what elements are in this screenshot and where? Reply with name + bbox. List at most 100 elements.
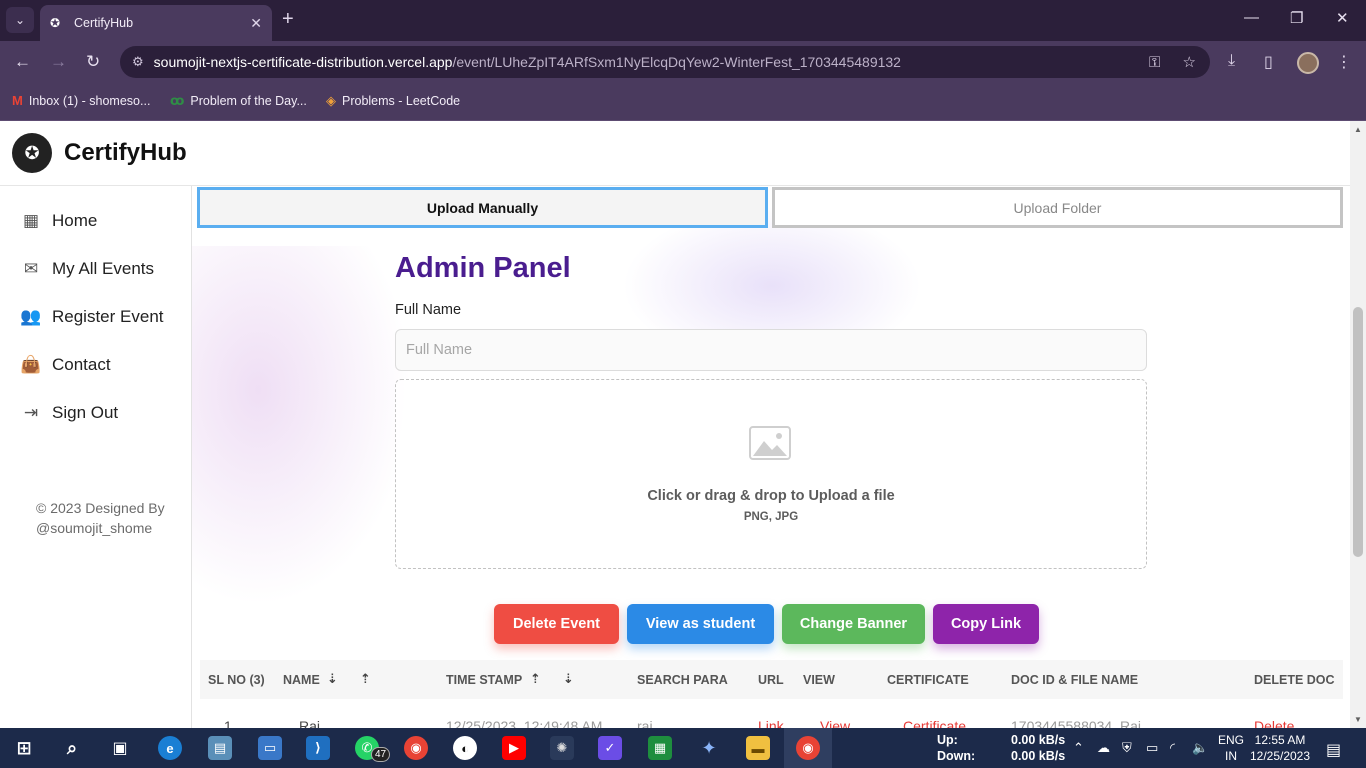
scroll-down-icon[interactable]: ▼ <box>1354 715 1362 724</box>
photos-icon[interactable]: ▤ <box>208 736 232 760</box>
system-clock[interactable]: 12:55 AM 12/25/2023 <box>1248 733 1312 763</box>
tasks-check-icon[interactable]: ✓ <box>598 736 622 760</box>
wifi-icon[interactable]: ◜ <box>1170 740 1175 756</box>
scroll-thumb[interactable] <box>1353 307 1363 557</box>
site-info-icon[interactable]: ⚙ <box>132 54 144 70</box>
chrome-profile-icon[interactable]: ◉ <box>796 736 820 760</box>
language-indicator[interactable]: ENG IN <box>1214 733 1248 763</box>
chatgpt-icon[interactable]: ✺ <box>550 736 574 760</box>
sidebar-item-my-events[interactable]: ✉ My All Events <box>20 259 154 279</box>
browser-tab-bar: ⌄ ✪ CertifyHub ✕ + — ❐ ✕ <box>0 0 1366 41</box>
copy-link-button[interactable]: Copy Link <box>933 604 1039 644</box>
classroom-icon[interactable]: ▦ <box>648 736 672 760</box>
users-icon: 👥 <box>20 307 42 326</box>
dropzone-formats: PNG, JPG <box>743 511 799 523</box>
restore-icon[interactable]: ❐ <box>1290 9 1303 27</box>
sort-desc-icon[interactable]: ⇣ <box>563 671 574 687</box>
background-glow <box>192 246 412 606</box>
sidebar: ▦ Home ✉ My All Events 👥 Register Event … <box>0 186 192 728</box>
search-icon[interactable]: ⌕ <box>60 736 84 760</box>
tab-search-chevron-icon[interactable]: ⌄ <box>6 7 34 33</box>
new-tab-button[interactable]: + <box>282 8 294 31</box>
sort-asc-icon[interactable]: ⇡ <box>530 671 541 687</box>
battery-icon[interactable]: ▭ <box>1146 740 1158 756</box>
sidebar-item-home[interactable]: ▦ Home <box>20 211 97 231</box>
full-name-input[interactable] <box>395 329 1147 371</box>
sidebar-item-sign-out[interactable]: ⇥ Sign Out <box>20 403 118 423</box>
whatsapp-badge: 47 <box>371 747 391 762</box>
page-scrollbar[interactable]: ▲ ▼ <box>1350 121 1366 728</box>
omnibox-actions: ⚿ ☆ <box>1149 53 1196 71</box>
download-icon[interactable]: ⤓ <box>1228 52 1235 70</box>
gemini-sparkle-icon[interactable]: ✦ <box>697 736 721 760</box>
mailbox-icon: ✉ <box>23 259 39 278</box>
browser-tab-certifyhub[interactable]: ✪ CertifyHub ✕ <box>40 5 272 41</box>
edge-icon[interactable]: e <box>158 736 182 760</box>
task-view-icon[interactable]: ▣ <box>108 736 132 760</box>
browser-menu-icon[interactable]: ⋮ <box>1336 52 1352 72</box>
sidebar-footer: © 2023 Designed By @soumojit_shome <box>36 500 165 536</box>
col-view: VIEW <box>803 673 835 687</box>
profile-avatar[interactable] <box>1297 52 1319 74</box>
tab-close-icon[interactable]: ✕ <box>250 15 262 32</box>
password-key-icon[interactable]: ⚿ <box>1149 54 1160 71</box>
delete-event-button[interactable]: Delete Event <box>494 604 619 644</box>
change-banner-button[interactable]: Change Banner <box>782 604 925 644</box>
scroll-up-icon[interactable]: ▲ <box>1354 125 1362 134</box>
sidebar-item-label: Home <box>52 211 98 230</box>
forward-arrow-icon[interactable]: → <box>50 52 67 72</box>
sidebar-item-label: Register Event <box>52 307 164 326</box>
volume-icon[interactable]: 🔈 <box>1192 740 1208 756</box>
sort-asc-icon[interactable]: ⇡ <box>360 671 371 687</box>
tab-upload-folder[interactable]: Upload Folder <box>772 187 1343 228</box>
chrome-icon[interactable]: ◉ <box>404 736 428 760</box>
tray-chevron-icon[interactable]: ⌃ <box>1073 740 1084 756</box>
bookmarks-bar: M Inbox (1) - shomeso... ꝏ Problem of th… <box>0 85 1366 121</box>
github-icon[interactable]: ◐ <box>453 736 477 760</box>
lang-top: ENG <box>1217 733 1244 747</box>
monitor-app-icon[interactable]: ▭ <box>258 736 282 760</box>
gfg-icon: ꝏ <box>170 93 185 108</box>
minimize-icon[interactable]: — <box>1244 9 1259 26</box>
app-viewport: ✪ CertifyHub ▦ Home ✉ My All Events 👥 Re… <box>0 121 1350 728</box>
cell-certificate-link[interactable]: Certificate <box>903 718 966 728</box>
shopping-bag-icon: 👜 <box>20 355 42 374</box>
net-up-value: 0.00 kB/s <box>1011 733 1066 747</box>
cell-delete-link[interactable]: Delete <box>1254 718 1294 728</box>
bookmark-leetcode[interactable]: ◈ Problems - LeetCode <box>326 93 460 109</box>
onedrive-cloud-icon[interactable]: ☁ <box>1097 740 1110 756</box>
vscode-icon[interactable]: ⟩ <box>306 736 330 760</box>
window-close-icon[interactable]: ✕ <box>1336 9 1349 27</box>
col-sl-no: SL NO (3) <box>208 673 265 687</box>
cell-doc-id: 1703445588034_Raj <box>1011 718 1142 728</box>
cell-view-link[interactable]: View <box>820 718 850 728</box>
back-arrow-icon[interactable]: ← <box>14 52 31 72</box>
reload-icon[interactable]: ↻ <box>86 52 100 72</box>
view-as-student-button[interactable]: View as student <box>627 604 774 644</box>
bookmark-star-icon[interactable]: ☆ <box>1183 54 1196 71</box>
sort-desc-icon[interactable]: ⇣ <box>327 671 338 687</box>
net-up-label: Up: <box>937 733 958 747</box>
file-dropzone[interactable]: Click or drag & drop to Upload a file PN… <box>395 379 1147 569</box>
security-shield-icon[interactable]: ⛨ <box>1122 740 1132 756</box>
cell-url-link[interactable]: Link <box>758 718 784 728</box>
medal-logo-icon[interactable]: ✪ <box>12 133 52 173</box>
tab-upload-manually[interactable]: Upload Manually <box>197 187 768 228</box>
notification-center-icon[interactable]: ▤ <box>1326 740 1341 760</box>
tab-title: CertifyHub <box>74 16 134 30</box>
url-path: /event/LUheZpIT4ARfSxm1NyElcqDqYew2-Wint… <box>452 54 901 70</box>
brand-title[interactable]: CertifyHub <box>64 139 187 167</box>
address-bar[interactable]: ⚙ soumojit-nextjs-certificate-distributi… <box>120 46 1210 78</box>
bookmark-gmail[interactable]: M Inbox (1) - shomeso... <box>12 93 150 108</box>
sidebar-item-register-event[interactable]: 👥 Register Event <box>20 307 164 327</box>
col-delete-doc: DELETE DOC <box>1254 673 1335 687</box>
sidebar-item-label: Sign Out <box>52 403 119 422</box>
side-panel-icon[interactable]: ▯ <box>1264 52 1273 72</box>
col-doc-id: DOC ID & FILE NAME <box>1011 673 1139 687</box>
net-down-label: Down: <box>937 749 976 763</box>
youtube-icon[interactable]: ▶ <box>502 736 526 760</box>
windows-start-icon[interactable]: ⊞ <box>12 736 36 760</box>
file-explorer-icon[interactable]: ▬ <box>746 736 770 760</box>
sidebar-item-contact[interactable]: 👜 Contact <box>20 355 110 375</box>
bookmark-gfg[interactable]: ꝏ Problem of the Day... <box>170 93 307 109</box>
